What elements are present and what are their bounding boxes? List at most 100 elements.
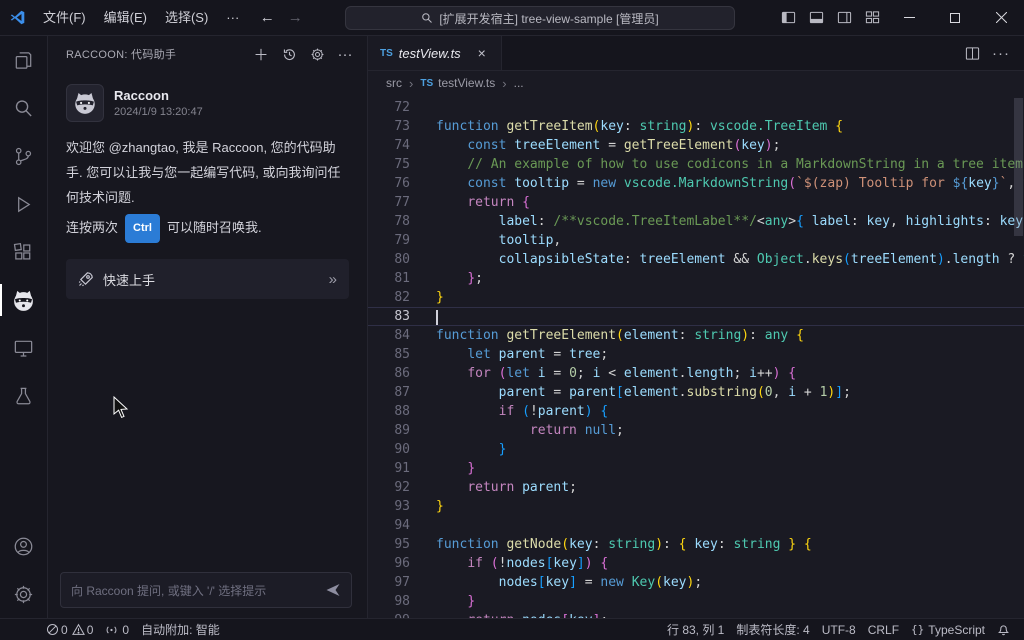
send-icon[interactable] (325, 582, 341, 598)
code-line-88[interactable]: 88 if (!parent) { (368, 402, 1024, 421)
line-number: 87 (368, 383, 436, 402)
auto-attach-indicator[interactable]: 自动附加: 智能 (135, 619, 226, 640)
code-line-82[interactable]: 82} (368, 288, 1024, 307)
close-button[interactable] (978, 0, 1024, 36)
scrollbar-thumb[interactable] (1014, 98, 1023, 236)
raccoon-logo-icon (72, 90, 98, 116)
menu-bar: 文件(F) 编辑(E) 选择(S) ··· (34, 0, 248, 36)
ports-count: 0 (122, 623, 129, 637)
code-line-90[interactable]: 90 } (368, 440, 1024, 459)
code-line-96[interactable]: 96 if (!nodes[key]) { (368, 554, 1024, 573)
code-line-92[interactable]: 92 return parent; (368, 478, 1024, 497)
rocket-icon (78, 271, 94, 287)
error-count: 0 (61, 623, 68, 637)
line-number: 96 (368, 554, 436, 573)
activity-accounts[interactable] (0, 522, 48, 570)
line-number: 86 (368, 364, 436, 383)
language-mode[interactable]: {} TypeScript (905, 619, 991, 640)
activity-run-debug[interactable] (0, 180, 48, 228)
run-debug-icon (12, 193, 35, 216)
problems-indicator[interactable]: 0 0 (40, 619, 99, 640)
nav-forward-icon[interactable]: → (282, 5, 308, 31)
code-lines: 7273function getTreeItem(key: string): v… (368, 98, 1024, 618)
code-line-98[interactable]: 98 } (368, 592, 1024, 611)
breadcrumb-folder[interactable]: src (386, 76, 402, 90)
code-line-78[interactable]: 78 label: /**vscode.TreeItemLabel**/<any… (368, 212, 1024, 231)
editor-actions: ··· (965, 36, 1024, 70)
code-line-97[interactable]: 97 nodes[key] = new Key(key); (368, 573, 1024, 592)
code-line-74[interactable]: 74 const treeElement = getTreeElement(ke… (368, 136, 1024, 155)
split-editor-icon[interactable] (965, 46, 980, 61)
line-number: 91 (368, 459, 436, 478)
code-line-86[interactable]: 86 for (let i = 0; i < element.length; i… (368, 364, 1024, 383)
more-actions-icon[interactable]: ··· (992, 45, 1010, 62)
toggle-panel-icon[interactable] (802, 0, 830, 36)
line-number: 81 (368, 269, 436, 288)
code-line-76[interactable]: 76 const tooltip = new vscode.MarkdownSt… (368, 174, 1024, 193)
activity-search[interactable] (0, 84, 48, 132)
typescript-file-icon: TS (380, 48, 393, 59)
breadcrumb-file[interactable]: TS testView.ts (420, 76, 495, 90)
raccoon-sidebar: RACCOON: 代码助手 ＋ ··· (48, 36, 368, 618)
chat-input[interactable]: 向 Raccoon 提问, 或键入 '/' 选择提示 (60, 572, 352, 608)
activity-raccoon[interactable] (0, 276, 48, 324)
maximize-button[interactable] (932, 0, 978, 36)
code-line-95[interactable]: 95function getNode(key: string): { key: … (368, 535, 1024, 554)
encoding-setting[interactable]: UTF-8 (816, 619, 862, 640)
breadcrumb: src › TS testView.ts › ... (368, 71, 1024, 95)
code-line-75[interactable]: 75 // An example of how to use codicons … (368, 155, 1024, 174)
activity-source-control[interactable] (0, 132, 48, 180)
code-line-77[interactable]: 77 return { (368, 193, 1024, 212)
code-line-83[interactable]: 83 (368, 307, 1024, 326)
vscode-logo-icon (0, 9, 34, 26)
customize-layout-icon[interactable] (858, 0, 886, 36)
notifications-indicator[interactable] (991, 619, 1016, 640)
history-icon[interactable] (277, 42, 301, 66)
activity-testing[interactable] (0, 372, 48, 420)
code-line-72[interactable]: 72 (368, 98, 1024, 117)
code-line-99[interactable]: 99 return nodes[key]; (368, 611, 1024, 618)
line-number: 79 (368, 231, 436, 250)
line-number: 82 (368, 288, 436, 307)
activity-extensions[interactable] (0, 228, 48, 276)
toggle-secondary-sidebar-icon[interactable] (830, 0, 858, 36)
line-number: 97 (368, 573, 436, 592)
files-icon (12, 49, 35, 72)
toggle-sidebar-icon[interactable] (774, 0, 802, 36)
ctrl-key-badge: Ctrl (125, 214, 160, 243)
code-line-73[interactable]: 73function getTreeItem(key: string): vsc… (368, 117, 1024, 136)
code-line-93[interactable]: 93} (368, 497, 1024, 516)
eol-setting[interactable]: CRLF (862, 619, 905, 640)
code-line-84[interactable]: 84function getTreeElement(element: strin… (368, 326, 1024, 345)
new-chat-icon[interactable]: ＋ (249, 42, 273, 66)
menu-selection[interactable]: 选择(S) (156, 0, 217, 36)
code-line-79[interactable]: 79 tooltip, (368, 231, 1024, 250)
code-line-85[interactable]: 85 let parent = tree; (368, 345, 1024, 364)
code-line-87[interactable]: 87 parent = parent[element.substring(0, … (368, 383, 1024, 402)
settings-icon[interactable] (305, 42, 329, 66)
activity-remote-explorer[interactable] (0, 324, 48, 372)
tab-testview[interactable]: TS testView.ts × (368, 36, 502, 70)
tab-close-icon[interactable]: × (473, 44, 491, 62)
code-line-89[interactable]: 89 return null; (368, 421, 1024, 440)
ports-indicator[interactable]: 0 (99, 619, 135, 640)
menu-edit[interactable]: 编辑(E) (95, 0, 156, 36)
minimize-button[interactable] (886, 0, 932, 36)
breadcrumb-symbol[interactable]: ... (514, 76, 524, 90)
more-actions-icon[interactable]: ··· (333, 42, 357, 66)
code-editor[interactable]: 7273function getTreeItem(key: string): v… (368, 95, 1024, 618)
menu-more[interactable]: ··· (217, 0, 248, 36)
quick-start-button[interactable]: 快速上手 » (66, 259, 349, 299)
code-line-80[interactable]: 80 collapsibleState: treeElement && Obje… (368, 250, 1024, 269)
nav-back-icon[interactable]: ← (254, 5, 280, 31)
code-line-81[interactable]: 81 }; (368, 269, 1024, 288)
activity-explorer[interactable] (0, 36, 48, 84)
menu-file[interactable]: 文件(F) (34, 0, 95, 36)
indentation-setting[interactable]: 制表符长度: 4 (730, 619, 815, 640)
code-line-94[interactable]: 94 (368, 516, 1024, 535)
command-center-search[interactable]: [扩展开发宿主] tree-view-sample [管理员] (345, 6, 735, 30)
nav-history: ← → (254, 5, 308, 31)
activity-settings[interactable] (0, 570, 48, 618)
code-line-91[interactable]: 91 } (368, 459, 1024, 478)
cursor-position[interactable]: 行 83, 列 1 (661, 619, 730, 640)
